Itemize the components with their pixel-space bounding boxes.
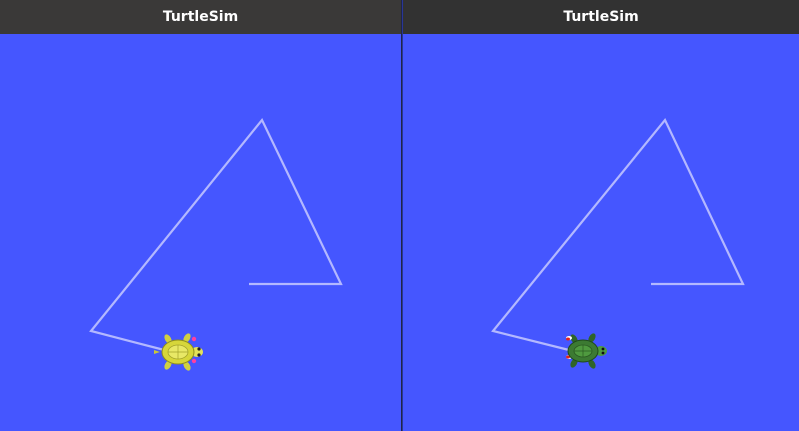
turtle-canvas	[403, 34, 799, 431]
drawing-surface	[491, 117, 745, 369]
turtlesim-window-right[interactable]: TurtleSim	[403, 0, 799, 431]
window-title: TurtleSim	[563, 9, 639, 25]
turtle-yellow-icon	[154, 333, 203, 371]
window-title: TurtleSim	[162, 9, 239, 25]
turtle-green-icon	[566, 333, 607, 369]
desktop: TurtleSim TurtleSim	[0, 0, 799, 431]
window-title-bar[interactable]: TurtleSim	[0, 0, 401, 34]
drawing-surface	[89, 117, 343, 371]
pen-trail	[89, 117, 343, 354]
turtle-canvas	[0, 34, 401, 431]
turtlesim-window-left[interactable]: TurtleSim	[0, 0, 401, 431]
window-title-bar[interactable]: TurtleSim	[403, 0, 799, 34]
pen-trail	[491, 117, 745, 353]
